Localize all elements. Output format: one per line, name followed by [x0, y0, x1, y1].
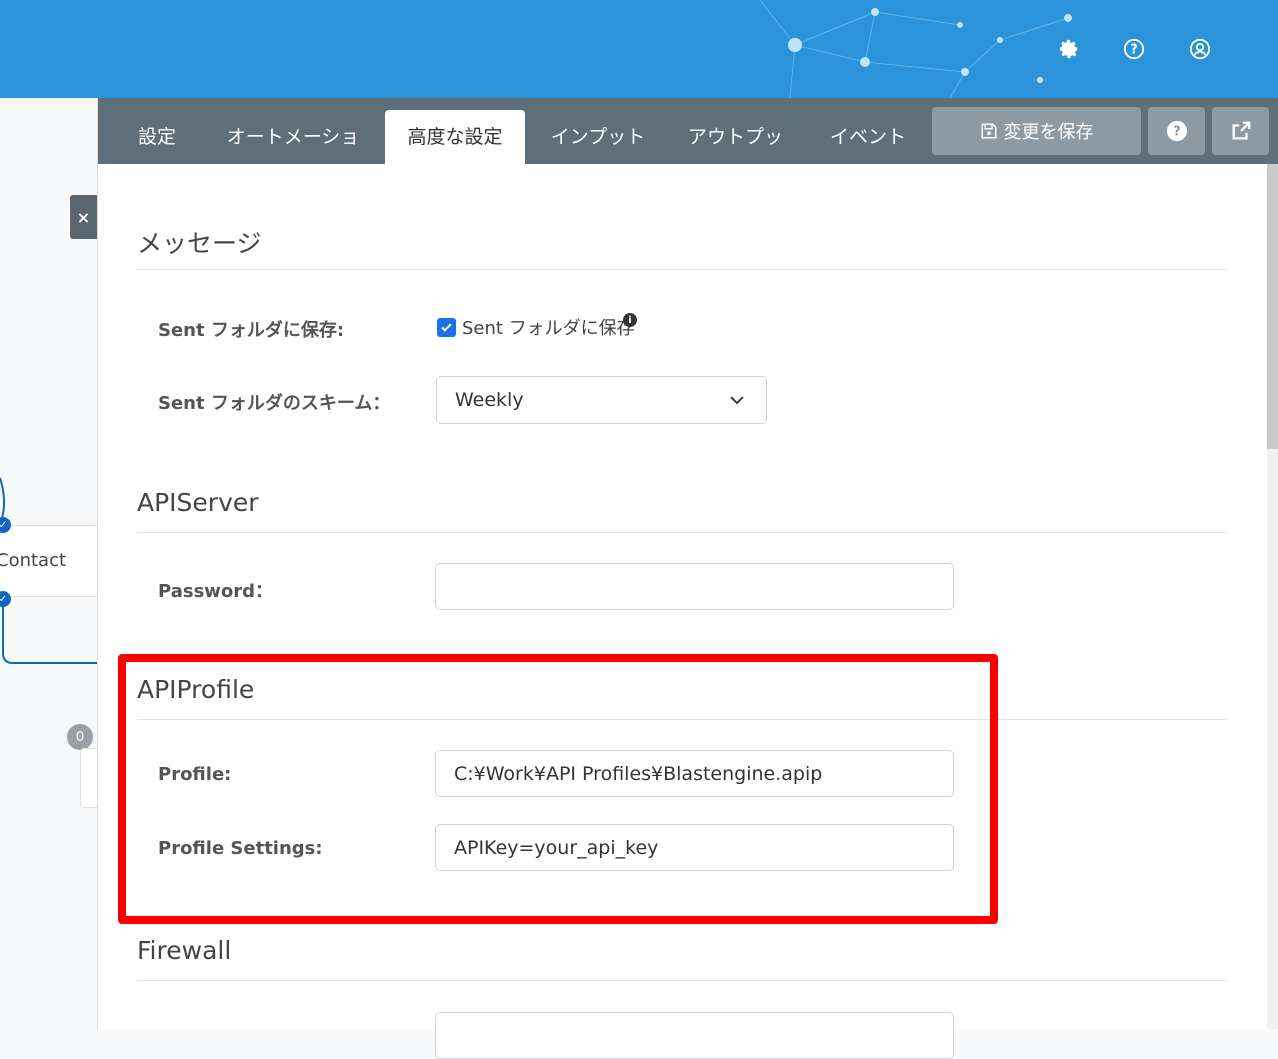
tab-input[interactable]: インプット — [548, 110, 648, 164]
divider — [137, 980, 1228, 981]
count-badge: 0 — [67, 724, 93, 750]
sent-scheme-select[interactable]: Weekly — [436, 376, 767, 424]
divider — [137, 269, 1228, 270]
tab-output[interactable]: アウトプット — [683, 110, 788, 202]
flow-node-label: Contact — [0, 550, 67, 571]
app-header: ? — [0, 0, 1278, 98]
question-circle-icon: ? — [1166, 120, 1187, 142]
section-title-message: メッセージ — [137, 229, 262, 258]
sent-folder-checkbox-label[interactable]: Sent フォルダに保存 — [462, 314, 635, 340]
sent-scheme-value: Weekly — [455, 389, 524, 411]
sent-folder-label: Sent フォルダに保存: — [158, 320, 345, 341]
save-changes-button[interactable]: 変更を保存 — [932, 107, 1141, 155]
tab-settings[interactable]: 設定 — [118, 110, 196, 164]
divider — [137, 532, 1228, 533]
tab-events[interactable]: イベント — [823, 110, 913, 164]
help-circle-icon[interactable]: ? — [1121, 36, 1147, 62]
highlight-box — [118, 654, 998, 924]
password-field[interactable] — [435, 563, 954, 610]
password-label: Password： — [158, 581, 274, 602]
gear-icon[interactable] — [1056, 36, 1082, 62]
open-external-button[interactable] — [1212, 107, 1269, 155]
info-icon[interactable]: i — [623, 313, 637, 327]
floppy-disk-icon — [981, 123, 996, 139]
close-panel-button[interactable]: × — [70, 195, 97, 239]
checkmark-icon — [441, 323, 452, 332]
section-title-apiserver: APIServer — [137, 488, 259, 517]
tab-bar: 設定 オートメーション 高度な設定 インプット アウトプット イベント 変更を保… — [98, 98, 1278, 202]
scrollbar-thumb[interactable] — [1267, 164, 1278, 449]
svg-text:?: ? — [1173, 125, 1180, 140]
svg-text:?: ? — [1130, 43, 1137, 58]
help-button[interactable]: ? — [1148, 107, 1205, 155]
tab-advanced[interactable]: 高度な設定 — [385, 110, 525, 164]
save-changes-label: 変更を保存 — [1003, 122, 1094, 143]
user-circle-icon[interactable] — [1187, 36, 1213, 62]
section-title-firewall: Firewall — [137, 936, 232, 965]
network-decoration — [759, 0, 1072, 98]
sent-scheme-label: Sent フォルダのスキーム： — [158, 393, 391, 414]
firewall-field[interactable] — [435, 1012, 954, 1059]
chevron-down-icon — [730, 396, 744, 405]
tab-automation[interactable]: オートメーション — [218, 110, 368, 202]
sent-folder-checkbox[interactable] — [437, 318, 456, 337]
external-link-icon — [1232, 121, 1250, 140]
